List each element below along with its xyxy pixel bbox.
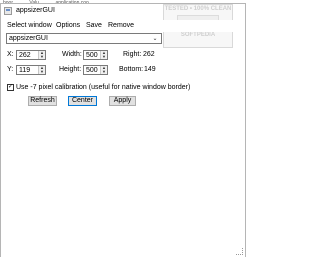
watermark-line-2: SOFTPEDIA xyxy=(180,32,216,38)
chevron-down-icon[interactable]: ⌄ xyxy=(151,35,159,43)
spin-down-icon[interactable]: ▼ xyxy=(39,55,45,59)
height-label: Height: xyxy=(59,66,82,73)
width-stepper[interactable]: 500 ▲ ▼ xyxy=(83,50,108,60)
spin-down-icon[interactable]: ▼ xyxy=(101,55,107,59)
y-value: 119 xyxy=(19,67,31,74)
y-spin-buttons[interactable]: ▲ ▼ xyxy=(38,66,45,74)
spin-down-icon[interactable]: ▼ xyxy=(101,70,107,74)
refresh-button[interactable]: Refresh xyxy=(28,96,57,106)
width-label: Width: xyxy=(62,51,82,58)
apply-button[interactable]: Apply xyxy=(109,96,136,106)
calibration-checkbox[interactable]: ✓ xyxy=(7,84,14,91)
menu-bar: Select window Options Save Remove xyxy=(1,20,245,32)
menu-save[interactable]: Save xyxy=(86,22,102,29)
menu-options[interactable]: Options xyxy=(56,22,80,29)
height-spin-buttons[interactable]: ▲ ▼ xyxy=(100,66,107,74)
height-stepper[interactable]: 500 ▲ ▼ xyxy=(83,65,108,75)
bottom-label: Bottom: xyxy=(119,66,144,73)
y-stepper[interactable]: 119 ▲ ▼ xyxy=(16,65,46,75)
calibration-label[interactable]: Use -7 pixel calibration (useful for nat… xyxy=(16,84,190,91)
x-label: X: xyxy=(7,51,14,58)
height-value: 500 xyxy=(86,67,98,74)
app-window-icon xyxy=(4,7,12,15)
x-stepper[interactable]: 262 ▲ ▼ xyxy=(16,50,46,60)
x-value: 262 xyxy=(19,52,31,59)
spin-down-icon[interactable]: ▼ xyxy=(39,70,45,74)
x-spin-buttons[interactable]: ▲ ▼ xyxy=(38,51,45,59)
right-label: Right: xyxy=(123,51,142,58)
right-value: 262 xyxy=(143,51,155,58)
resize-grip-icon[interactable] xyxy=(236,248,243,255)
center-button[interactable]: Center xyxy=(68,96,97,106)
width-spin-buttons[interactable]: ▲ ▼ xyxy=(100,51,107,59)
appsizer-window: appsizerGUI TESTED • 100% CLEAN SOFTPEDI… xyxy=(0,3,246,257)
width-value: 500 xyxy=(86,52,98,59)
menu-select-window[interactable]: Select window xyxy=(7,22,52,29)
watermark-line-1: TESTED • 100% CLEAN xyxy=(164,6,232,12)
bottom-value: 149 xyxy=(144,66,156,73)
window-select-dropdown[interactable]: appsizerGUI ⌄ xyxy=(6,33,162,44)
window-title: appsizerGUI xyxy=(16,7,55,14)
y-label: Y: xyxy=(7,66,14,73)
window-select-value: appsizerGUI xyxy=(9,35,48,42)
menu-remove[interactable]: Remove xyxy=(108,22,134,29)
